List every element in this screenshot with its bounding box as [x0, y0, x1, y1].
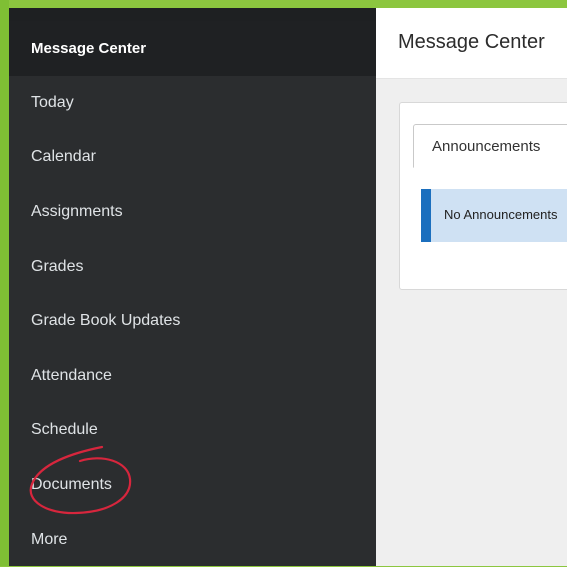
empty-announcements-notice: No Announcements [421, 189, 567, 242]
sidebar-item-schedule[interactable]: Schedule [9, 403, 376, 458]
sidebar-item-more[interactable]: More [9, 512, 376, 567]
sidebar-top-strip [9, 8, 376, 22]
main-panel: Message Center Announcements No Announce… [376, 8, 567, 566]
sidebar-item-message-center[interactable]: Message Center [9, 21, 376, 76]
announcements-card: Announcements No Announcements [399, 102, 567, 290]
sidebar-item-label: Schedule [31, 421, 98, 439]
sidebar-item-attendance[interactable]: Attendance [9, 349, 376, 404]
sidebar-item-label: Grades [31, 257, 84, 275]
sidebar-nav: Message Center Today Calendar Assignment… [9, 21, 376, 567]
sidebar-item-label: Calendar [31, 148, 96, 166]
sidebar-item-label: Assignments [31, 203, 123, 221]
sidebar-item-grade-book-updates[interactable]: Grade Book Updates [9, 294, 376, 349]
app-top-border [0, 0, 567, 8]
sidebar-item-calendar[interactable]: Calendar [9, 130, 376, 185]
sidebar-item-label: Today [31, 93, 74, 111]
sidebar-item-grades[interactable]: Grades [9, 239, 376, 294]
sidebar-item-label: Grade Book Updates [31, 312, 181, 330]
sidebar-item-label: More [31, 530, 68, 548]
sidebar-item-label: Attendance [31, 366, 112, 384]
sidebar-item-documents[interactable]: Documents [9, 458, 376, 513]
sidebar-item-assignments[interactable]: Assignments [9, 185, 376, 240]
sidebar-item-today[interactable]: Today [9, 76, 376, 131]
page-header: Message Center [376, 8, 567, 79]
tab-label: Announcements [432, 138, 541, 155]
tab-announcements[interactable]: Announcements [413, 124, 567, 168]
left-green-edge [0, 0, 9, 566]
sidebar-item-label: Message Center [31, 39, 147, 57]
notice-text: No Announcements [444, 207, 558, 222]
page-title: Message Center [398, 31, 545, 53]
sidebar-item-label: Documents [31, 476, 112, 494]
